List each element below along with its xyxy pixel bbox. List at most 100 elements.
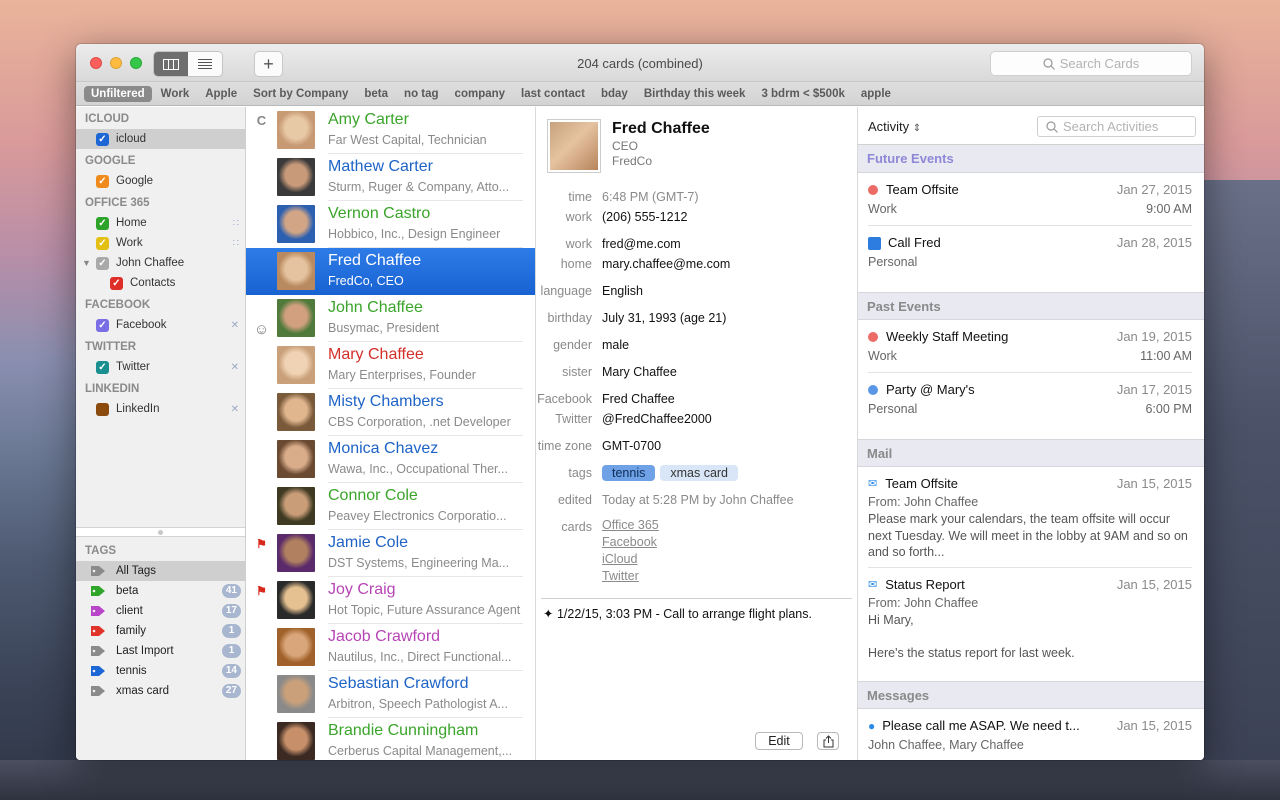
contact-text: Monica Chavez Wawa, Inc., Occupational Th… xyxy=(328,436,523,483)
search-icon xyxy=(1043,57,1055,70)
event-time: 6:00 PM xyxy=(1145,402,1192,416)
event-item[interactable]: Call Fred Jan 28, 2015 Personal xyxy=(868,226,1192,292)
filter-beta[interactable]: beta xyxy=(357,86,395,102)
source-item-john-chaffee[interactable]: ▼ ✓ John Chaffee xyxy=(76,253,245,273)
contact-row[interactable]: Monica Chavez Wawa, Inc., Occupational Th… xyxy=(246,436,535,483)
source-item-facebook[interactable]: ✓ Facebook ✕ xyxy=(76,315,245,335)
source-item-google[interactable]: ✓ Google xyxy=(76,171,245,191)
source-item-contacts[interactable]: ✓ Contacts xyxy=(76,273,245,293)
contact-row[interactable]: Fred Chaffee FredCo, CEO xyxy=(246,248,535,295)
filter-no-tag[interactable]: no tag xyxy=(397,86,446,102)
card-link-facebook[interactable]: Facebook xyxy=(602,534,659,551)
contact-row[interactable]: ⚑ Jamie Cole DST Systems, Engineering Ma..… xyxy=(246,530,535,577)
disclosure-triangle-icon[interactable]: ▼ xyxy=(82,258,91,268)
field-value[interactable]: (206) 555-1212 xyxy=(602,207,687,227)
contact-row[interactable]: C Amy Carter Far West Capital, Technician xyxy=(246,107,535,154)
contact-subtitle: Hot Topic, Future Assurance Agent xyxy=(328,603,521,617)
event-item[interactable]: Team Offsite Jan 27, 2015 Work 9:00 AM xyxy=(868,173,1192,226)
tag-pill[interactable]: xmas card xyxy=(660,465,739,481)
sidebar-split-handle[interactable] xyxy=(76,527,245,537)
checkbox[interactable]: ✓ xyxy=(96,318,109,332)
contact-row[interactable]: Connor Cole Peavey Electronics Corporatio… xyxy=(246,483,535,530)
contact-row[interactable]: Mary Chaffee Mary Enterprises, Founder xyxy=(246,342,535,389)
event-item[interactable]: Party @ Mary's Jan 17, 2015 Personal 6:00 P… xyxy=(868,373,1192,439)
checkbox[interactable]: ✓ xyxy=(96,174,109,188)
source-item-home[interactable]: ✓ Home ∷ xyxy=(76,213,245,233)
filter-unfiltered[interactable]: Unfiltered xyxy=(84,85,152,102)
tag-pill[interactable]: tennis xyxy=(602,465,656,481)
source-item-linkedin[interactable]: LinkedIn ✕ xyxy=(76,399,245,419)
contact-row[interactable]: Sebastian Crawford Arbitron, Speech Patho… xyxy=(246,671,535,718)
field-value[interactable]: fred@me.com xyxy=(602,234,681,254)
checkbox[interactable]: ✓ xyxy=(96,132,109,146)
field-language: language English xyxy=(536,281,857,301)
contact-row[interactable]: ⚑ Joy Craig Hot Topic, Future Assurance Ag… xyxy=(246,577,535,624)
field-time-zone: time zone GMT-0700 xyxy=(536,436,857,456)
source-item-twitter[interactable]: ✓ Twitter ✕ xyxy=(76,357,245,377)
contact-row[interactable]: ☺ John Chaffee Busymac, President xyxy=(246,295,535,342)
checkbox[interactable]: ✓ xyxy=(96,216,109,230)
field-value[interactable]: July 31, 1993 (age 21) xyxy=(602,308,726,328)
field-label: work xyxy=(565,237,592,251)
tag-item-client[interactable]: client 17 xyxy=(76,601,245,621)
tag-item-family[interactable]: family 1 xyxy=(76,621,245,641)
card-link-twitter[interactable]: Twitter xyxy=(602,568,659,585)
tag-item-last-import[interactable]: Last Import 1 xyxy=(76,641,245,661)
source-label: Contacts xyxy=(130,277,176,289)
activity-selector[interactable]: Activity ⇕ xyxy=(868,119,921,134)
filter-company[interactable]: company xyxy=(448,86,513,102)
filter-3-bdrm-500k[interactable]: 3 bdrm < $500k xyxy=(754,86,851,102)
contact-note[interactable]: ✦ 1/22/15, 3:03 PM - Call to arrange fli… xyxy=(541,598,852,621)
field-value[interactable]: Mary Chaffee xyxy=(602,362,677,382)
filter-sort-by-company[interactable]: Sort by Company xyxy=(246,86,355,102)
message-item[interactable]: ● Please call me ASAP. We need t... Jan 15… xyxy=(868,709,1192,760)
search-cards-field[interactable]: Search Cards xyxy=(991,52,1191,75)
filter-bday[interactable]: bday xyxy=(594,86,635,102)
mail-header: Mail xyxy=(858,439,1204,467)
tag-item-tennis[interactable]: tennis 14 xyxy=(76,661,245,681)
tag-item-xmas-card[interactable]: xmas card 27 xyxy=(76,681,245,701)
desktop-wallpaper xyxy=(1204,180,1280,800)
card-link-office-365[interactable]: Office 365 xyxy=(602,517,659,534)
checkbox[interactable] xyxy=(96,402,109,416)
contact-row[interactable]: Mathew Carter Sturm, Ruger & Company, Att… xyxy=(246,154,535,201)
card-link-icloud[interactable]: iCloud xyxy=(602,551,659,568)
contact-photo[interactable] xyxy=(547,119,601,173)
message-title-wrap: ● Please call me ASAP. We need t... xyxy=(868,717,1080,735)
field-value[interactable]: English xyxy=(602,281,643,301)
filter-last-contact[interactable]: last contact xyxy=(514,86,592,102)
field-value[interactable]: GMT-0700 xyxy=(602,436,661,456)
tag-item-all-tags[interactable]: All Tags xyxy=(76,561,245,581)
message-date: Jan 15, 2015 xyxy=(1116,718,1192,733)
field-value[interactable]: male xyxy=(602,335,629,355)
field-value[interactable]: 6:48 PM (GMT-7) xyxy=(602,187,699,207)
field-value[interactable]: Fred Chaffee xyxy=(602,389,675,409)
filter-birthday-this-week[interactable]: Birthday this week xyxy=(637,86,753,102)
mail-item[interactable]: ✉ Team Offsite Jan 15, 2015 From: John Chaf… xyxy=(868,467,1192,568)
filter-work[interactable]: Work xyxy=(154,86,197,102)
search-activities-placeholder: Search Activities xyxy=(1063,119,1159,134)
mail-date: Jan 15, 2015 xyxy=(1116,576,1192,592)
mail-item[interactable]: ✉ Status Report Jan 15, 2015 From: John Cha… xyxy=(868,568,1192,682)
checkbox[interactable]: ✓ xyxy=(96,360,109,374)
contact-row[interactable]: Jacob Crawford Nautilus, Inc., Direct Fun… xyxy=(246,624,535,671)
filter-apple[interactable]: Apple xyxy=(198,86,244,102)
source-item-icloud[interactable]: ✓ icloud xyxy=(76,129,245,149)
search-activities-field[interactable]: Search Activities xyxy=(1037,116,1196,137)
share-button[interactable] xyxy=(817,732,839,750)
edit-button[interactable]: Edit xyxy=(755,732,803,750)
field-value[interactable]: @FredChaffee2000 xyxy=(602,409,712,429)
contact-row[interactable]: Misty Chambers CBS Corporation, .net Deve… xyxy=(246,389,535,436)
tag-icon xyxy=(90,685,106,697)
filter-apple[interactable]: apple xyxy=(854,86,898,102)
contact-row[interactable]: Brandie Cunningham Cerberus Capital Manag… xyxy=(246,718,535,760)
field-value[interactable]: mary.chaffee@me.com xyxy=(602,254,730,274)
tag-item-beta[interactable]: beta 41 xyxy=(76,581,245,601)
checkbox[interactable]: ✓ xyxy=(96,236,109,250)
activity-selector-label: Activity xyxy=(868,119,910,134)
checkbox[interactable]: ✓ xyxy=(110,276,123,290)
checkbox[interactable]: ✓ xyxy=(96,256,109,270)
contact-row[interactable]: Vernon Castro Hobbico, Inc., Design Engin… xyxy=(246,201,535,248)
source-item-work[interactable]: ✓ Work ∷ xyxy=(76,233,245,253)
event-item[interactable]: Weekly Staff Meeting Jan 19, 2015 Work 11:0… xyxy=(868,320,1192,373)
